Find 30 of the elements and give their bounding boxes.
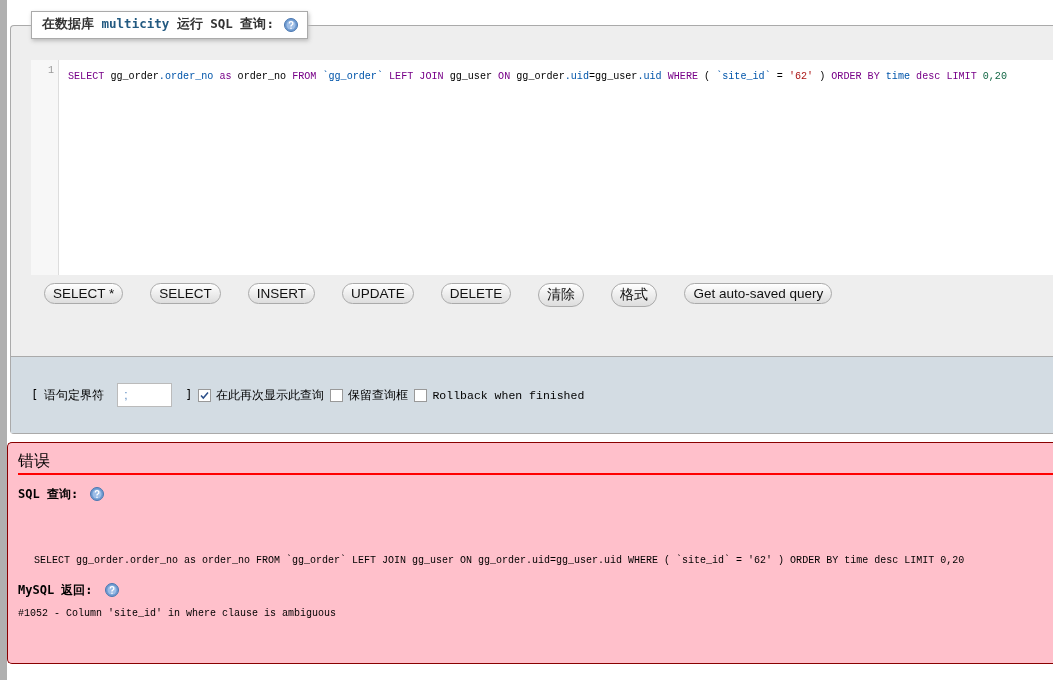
sql-code-line: SELECT gg_order.order_no as order_no FROM `gg_order` LEFT JOIN gg_user ON gg_order.uid=gg_user.uid WHERE ( `site_id` = '62' ) ORDER BY time desc LIMIT 0,20 — [68, 71, 1007, 82]
delimiter-field[interactable]: ; — [117, 383, 173, 407]
query-button[interactable]: SELECT * — [44, 283, 124, 304]
error-query-text: SELECT gg_order.order_no as order_no FROM `gg_order` LEFT JOIN gg_user ON gg_order.uid=gg_user.uid WHERE ( `site_id` = '62' ) ORDER BY time desc LIMIT 0,20 — [34, 555, 966, 566]
bracket-text: [ — [31, 388, 39, 402]
query-button[interactable]: SELECT — [150, 283, 221, 304]
error-message: #1052 - Column 'site_id' in where clause is ambiguous — [18, 608, 338, 619]
line-number: 1 — [48, 65, 54, 77]
mysql-response-label: MySQL 返回: — [18, 581, 93, 599]
query-button[interactable]: 清除 — [538, 283, 585, 307]
bracket-text: ] — [185, 388, 193, 402]
delimiter-label: 语句定界符 — [44, 386, 105, 404]
query-button[interactable]: INSERT — [247, 283, 316, 304]
checkbox-label: 在此再次显示此查询 — [216, 386, 325, 404]
sql-editor[interactable]: 1 SELECT gg_order.order_no as order_no FROM `gg_order` LEFT JOIN gg_user ON gg_order.uid=gg_user.uid WHERE ( `site_id` = '62' ) ORDER BY time desc LIMIT 0,20 — [31, 60, 1053, 275]
checkbox[interactable] — [414, 388, 428, 402]
query-button[interactable]: Get auto-saved query — [684, 283, 833, 304]
checkbox-label: Rollback when finished — [432, 388, 585, 402]
help-icon[interactable] — [283, 17, 298, 32]
help-icon[interactable] — [104, 583, 119, 597]
sql-query-label: SQL 查询: — [18, 485, 79, 503]
checkbox[interactable] — [198, 388, 212, 402]
error-title: 错误 — [18, 451, 1053, 475]
checkbox-label: 保留查询框 — [348, 386, 409, 404]
query-button[interactable]: DELETE — [440, 283, 512, 304]
query-button[interactable]: 格式 — [611, 283, 658, 307]
query-button[interactable]: UPDATE — [342, 283, 414, 304]
help-icon[interactable] — [90, 487, 105, 501]
legend-text: 在数据库 multicity 运行 SQL 查询: — [42, 16, 274, 33]
checkbox[interactable] — [330, 388, 344, 402]
